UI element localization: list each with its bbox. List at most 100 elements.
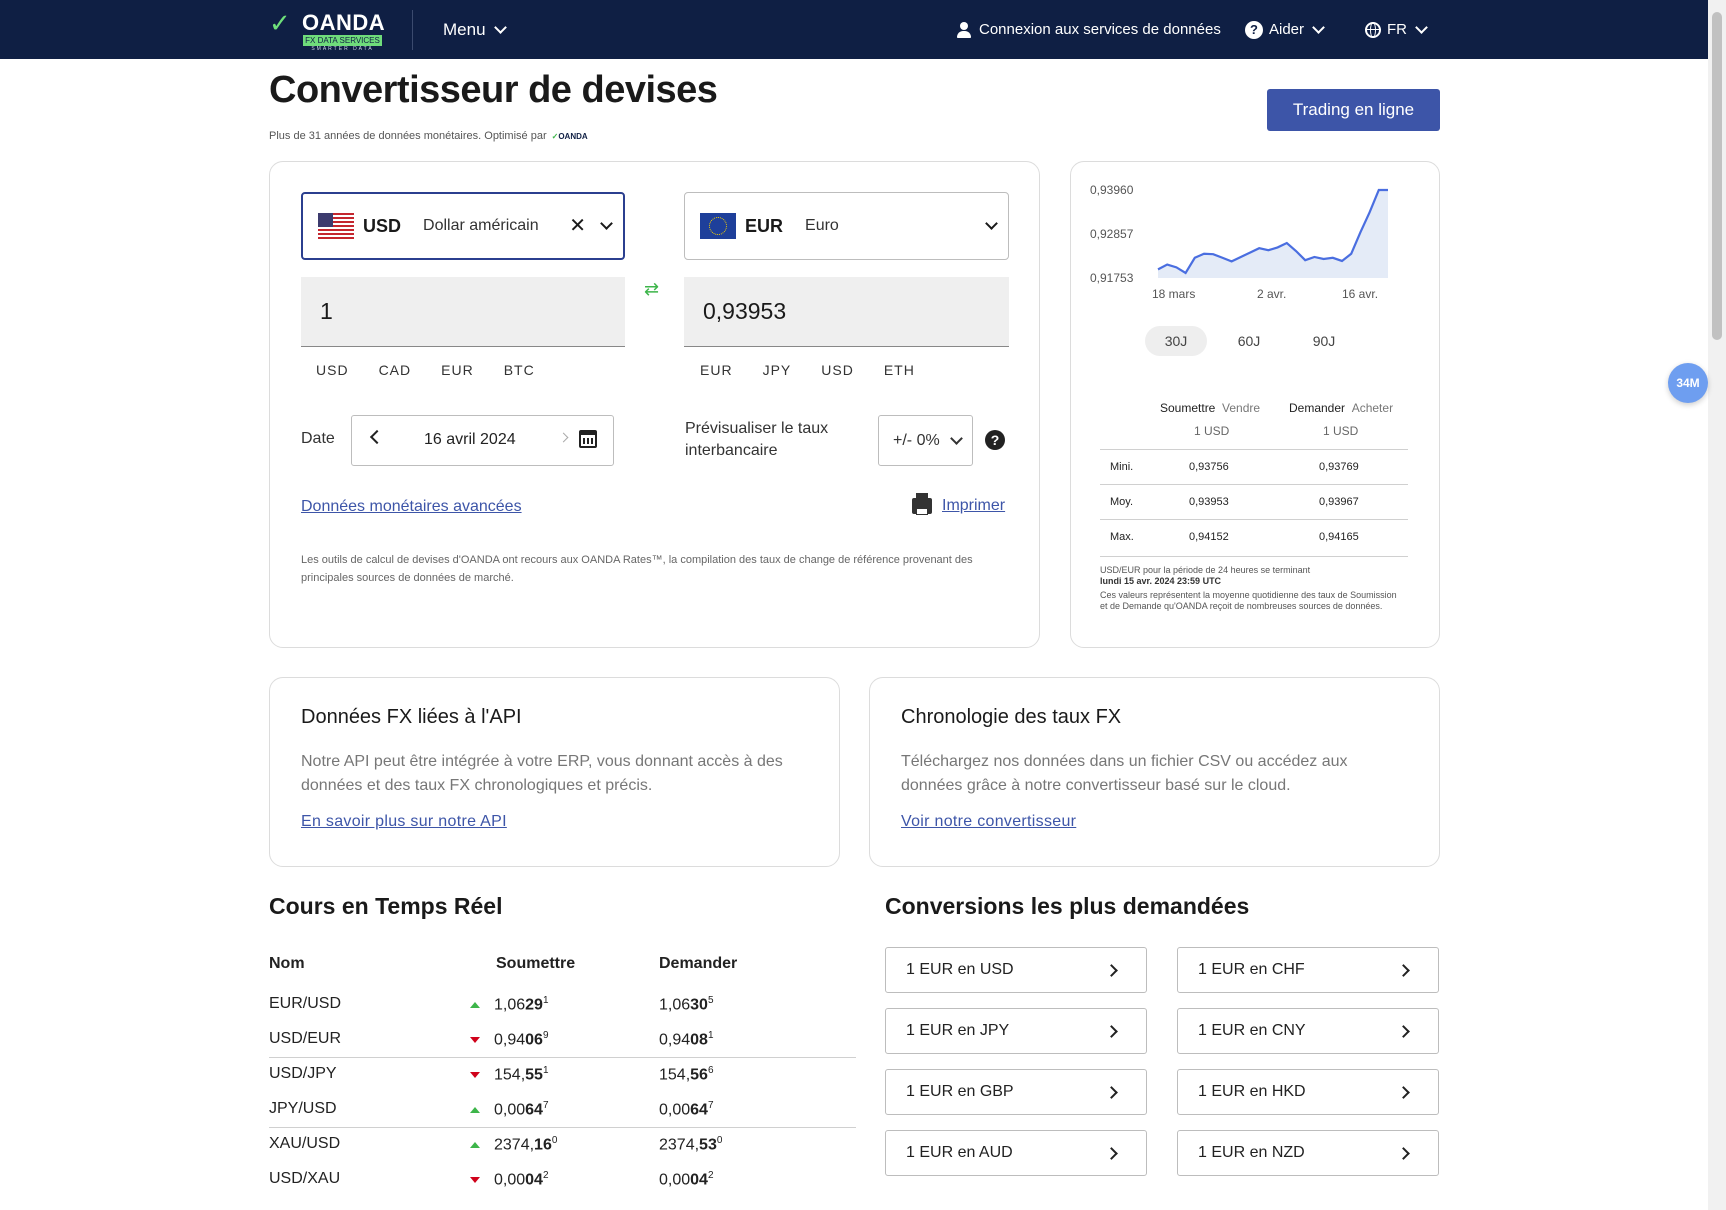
top-nav-bar: ✓ OANDA FX DATA SERVICES SMARTER DATA Me…	[0, 0, 1708, 59]
chevron-right-icon[interactable]	[558, 432, 569, 443]
bid-value: 154,551	[494, 1065, 549, 1084]
chart-area	[1158, 190, 1388, 278]
us-flag-icon	[318, 213, 354, 239]
stats-row-avg: Moy. 0,93953 0,93967	[1100, 484, 1408, 520]
chevron-right-icon	[1105, 1086, 1118, 1099]
from-currency-select[interactable]: USD Dollar américain ✕	[301, 192, 625, 260]
api-learn-more-link[interactable]: En savoir plus sur notre API	[301, 813, 507, 831]
y-tick-label: 0,93960	[1090, 183, 1134, 197]
oanda-logo[interactable]: ✓ OANDA FX DATA SERVICES SMARTER DATA	[269, 8, 387, 53]
popular-conversion-button[interactable]: 1 EUR en JPY	[885, 1008, 1147, 1054]
popular-conversion-button[interactable]: 1 EUR en GBP	[885, 1069, 1147, 1115]
page-subtitle: Plus de 31 années de données monétaires.…	[269, 130, 588, 142]
date-picker[interactable]: 16 avril 2024	[351, 415, 614, 466]
menu-label: Menu	[443, 19, 486, 39]
quick-currency[interactable]: JPY	[763, 362, 792, 378]
chevron-right-icon	[1105, 1025, 1118, 1038]
ask-unit: 1 USD	[1323, 424, 1359, 438]
chevron-right-icon	[1397, 964, 1410, 977]
col-name-header: Nom	[269, 955, 305, 972]
popular-title: Conversions les plus demandées	[885, 893, 1250, 919]
popular-conversion-button[interactable]: 1 EUR en HKD	[1177, 1069, 1439, 1115]
language-button[interactable]: FR	[1365, 0, 1428, 59]
range-90-days-button[interactable]: 90J	[1293, 326, 1355, 356]
quick-currency[interactable]: EUR	[700, 362, 733, 378]
from-quick-currencies: USD CAD EUR BTC	[316, 362, 565, 378]
advanced-data-link[interactable]: Données monétaires avancées	[301, 498, 522, 516]
bid-value: 1,06291	[494, 995, 549, 1014]
menu-button[interactable]: Menu	[443, 0, 507, 59]
range-60-days-button[interactable]: 60J	[1218, 326, 1280, 356]
header-divider	[412, 10, 413, 50]
x-tick-label: 18 mars	[1152, 287, 1195, 301]
quick-currency[interactable]: EUR	[441, 362, 474, 378]
subtitle-text: Plus de 31 années de données monétaires.…	[269, 130, 547, 142]
pair-name: EUR/USD	[269, 995, 342, 1012]
bid-value: 2374,160	[494, 1135, 558, 1154]
arrow-up-icon	[470, 1107, 480, 1113]
quick-currency[interactable]: BTC	[504, 362, 535, 378]
table-row[interactable]: USD/JPY 154,551 154,566	[269, 1057, 856, 1092]
online-trading-button[interactable]: Trading en ligne	[1267, 89, 1440, 131]
popular-conversion-button[interactable]: 1 EUR en AUD	[885, 1130, 1147, 1176]
bid-value: 0,00647	[494, 1100, 549, 1119]
api-card: Données FX liées à l'API Notre API peut …	[269, 677, 840, 867]
chevron-right-icon	[1105, 964, 1118, 977]
pair-name: JPY/USD	[269, 1100, 337, 1117]
arrow-down-icon	[470, 1177, 480, 1183]
scrollbar-thumb[interactable]	[1712, 12, 1722, 340]
view-converter-link[interactable]: Voir notre convertisseur	[901, 813, 1076, 831]
chevron-right-icon	[1397, 1086, 1410, 1099]
popular-conversion-button[interactable]: 1 EUR en USD	[885, 947, 1147, 993]
to-quick-currencies: EUR JPY USD ETH	[700, 362, 945, 378]
date-value[interactable]: 16 avril 2024	[424, 431, 516, 449]
popular-conversion-button[interactable]: 1 EUR en CNY	[1177, 1008, 1439, 1054]
quick-currency[interactable]: CAD	[379, 362, 412, 378]
chevron-down-icon[interactable]	[600, 217, 613, 230]
range-30-days-button[interactable]: 30J	[1145, 326, 1207, 356]
quick-currency[interactable]: ETH	[884, 362, 915, 378]
table-row[interactable]: EUR/USD 1,06291 1,06305	[269, 987, 856, 1022]
popular-conversion-button[interactable]: 1 EUR en CHF	[1177, 947, 1439, 993]
table-row[interactable]: JPY/USD 0,00647 0,00647	[269, 1092, 856, 1127]
stats-divider	[1100, 556, 1408, 557]
popular-conversion-button[interactable]: 1 EUR en NZD	[1177, 1130, 1439, 1176]
arrow-up-icon	[470, 1002, 480, 1008]
to-currency-code: EUR	[745, 215, 784, 236]
arrow-down-icon	[470, 1037, 480, 1043]
rate-chart[interactable]: 0,93960 0,92857 0,91753 18 mars 2 avr. 16 avr…	[1090, 178, 1400, 312]
table-row[interactable]: USD/XAU 0,00042 0,00042	[269, 1162, 856, 1197]
help-icon: ?	[1245, 20, 1263, 39]
help-icon[interactable]: ?	[985, 430, 1005, 450]
print-button[interactable]: Imprimer	[912, 493, 1005, 515]
swap-icon[interactable]: ⇄	[644, 279, 659, 300]
from-amount-input[interactable]: 1	[301, 277, 625, 347]
realtime-title: Cours en Temps Réel	[269, 893, 503, 919]
page-title: Convertisseur de devises	[269, 69, 718, 111]
chevron-down-icon[interactable]	[985, 217, 998, 230]
eu-flag-icon	[700, 213, 736, 239]
pair-name: USD/EUR	[269, 1030, 342, 1047]
ask-header: Demander Acheter	[1289, 401, 1394, 415]
col-ask-header: Demander	[659, 955, 738, 972]
table-row[interactable]: XAU/USD 2374,160 2374,530	[269, 1127, 856, 1162]
quick-currency[interactable]: USD	[821, 362, 854, 378]
login-label: Connexion aux services de données	[979, 21, 1221, 38]
calendar-icon[interactable]	[579, 430, 597, 448]
interbank-label: Prévisualiser le taux interbancaire	[685, 420, 829, 459]
date-label: Date	[301, 430, 335, 447]
clear-icon[interactable]: ✕	[569, 216, 586, 236]
login-button[interactable]: Connexion aux services de données	[955, 0, 1221, 59]
quick-currency[interactable]: USD	[316, 362, 349, 378]
pair-name: XAU/USD	[269, 1135, 341, 1152]
to-currency-select[interactable]: EUR Euro	[684, 192, 1009, 260]
spread-select[interactable]: +/- 0%	[878, 415, 973, 466]
help-menu-button[interactable]: ? Aider	[1245, 0, 1325, 59]
pair-name: USD/XAU	[269, 1170, 341, 1187]
floating-badge[interactable]: 34M	[1668, 363, 1708, 403]
y-tick-label: 0,92857	[1090, 227, 1134, 241]
to-amount-input[interactable]: 0,93953	[684, 277, 1009, 347]
table-row[interactable]: USD/EUR 0,94069 0,94081	[269, 1022, 856, 1057]
page-scrollbar[interactable]	[1708, 0, 1726, 1210]
chevron-left-icon[interactable]	[369, 429, 385, 445]
